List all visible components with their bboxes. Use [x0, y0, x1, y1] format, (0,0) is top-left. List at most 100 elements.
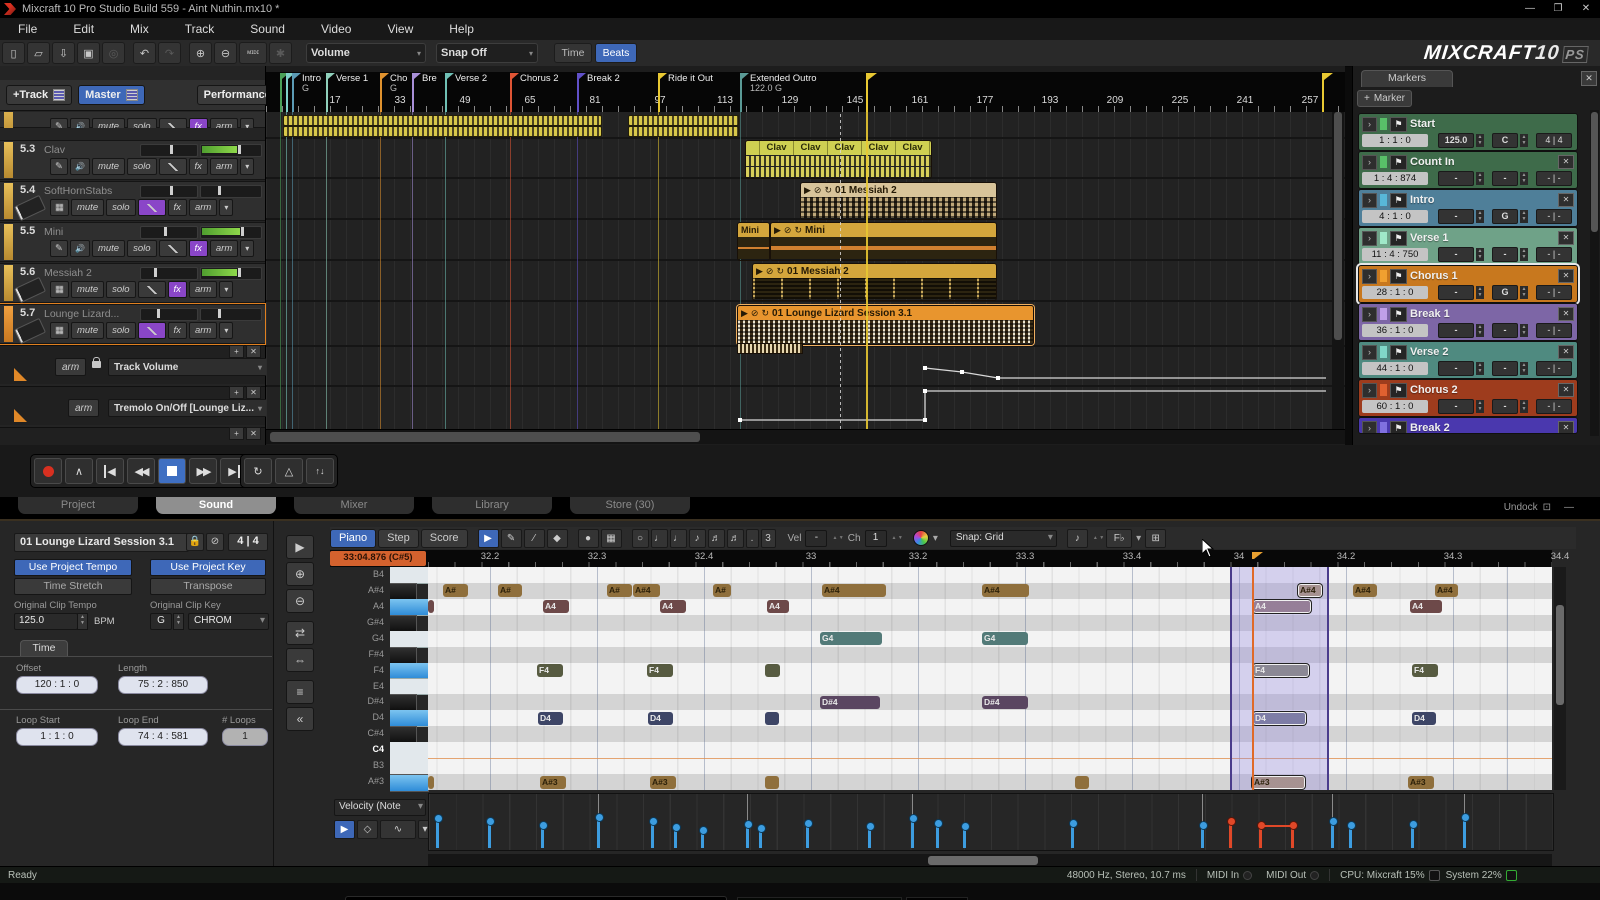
arm-button[interactable]: arm: [189, 281, 217, 298]
orig-key-value[interactable]: G: [150, 613, 172, 630]
midi-note[interactable]: A#3: [540, 776, 566, 789]
open-project-icon[interactable]: ▱: [27, 42, 50, 64]
num-loops-field[interactable]: 1: [222, 728, 268, 746]
markers-scrollbar[interactable]: [1590, 110, 1599, 436]
midi-note[interactable]: A4: [767, 600, 789, 613]
punch-button[interactable]: ∧: [65, 458, 93, 484]
automation-button[interactable]: [138, 322, 166, 339]
midi-note[interactable]: F4: [647, 664, 673, 677]
solo-button[interactable]: solo: [106, 322, 135, 339]
clip-mute-icon[interactable]: ⊘: [751, 308, 759, 319]
keyboard-button[interactable]: ▦: [50, 322, 69, 339]
midi-note[interactable]: A#3: [1408, 776, 1434, 789]
loop-button[interactable]: ↻: [244, 458, 272, 484]
close-button[interactable]: ✕: [1572, 1, 1600, 17]
marker-expand-button[interactable]: ›: [1362, 383, 1377, 398]
lane-arm-button[interactable]: arm: [55, 358, 86, 376]
midi-note-selected[interactable]: A#4: [1298, 584, 1322, 597]
solo-button[interactable]: solo: [127, 158, 156, 175]
marker-close-button[interactable]: ✕: [1558, 231, 1574, 245]
line-tool[interactable]: ⁄: [524, 529, 545, 548]
marker-time-field[interactable]: 1 : 4 : 874: [1362, 172, 1428, 185]
preview-play-button[interactable]: ▶: [286, 535, 314, 559]
piano-key-B4[interactable]: B4: [330, 567, 428, 583]
collapse-panel-button[interactable]: «: [286, 707, 314, 731]
punch-in-out-button[interactable]: ↑↓: [306, 458, 334, 484]
midi-note[interactable]: [765, 776, 779, 789]
minimize-button[interactable]: —: [1516, 1, 1544, 17]
marker-tempo-spinner[interactable]: ▲ ▼: [1476, 324, 1484, 337]
tremolo-automation-curve[interactable]: [266, 385, 1345, 425]
tab-mixer[interactable]: Mixer: [294, 497, 414, 514]
mute-button[interactable]: mute: [92, 118, 125, 135]
marker-tempo-spinner[interactable]: ▲ ▼: [1476, 400, 1484, 413]
note-draw-icon[interactable]: ●: [578, 529, 599, 548]
marker-time-field[interactable]: 36 : 1 : 0: [1362, 324, 1428, 337]
marker-card-break-2[interactable]: ›⚑Break 2✕: [1358, 417, 1578, 434]
marker-close-button[interactable]: ✕: [1558, 193, 1574, 207]
step-record-spinner[interactable]: ▲ ▼: [1093, 536, 1104, 541]
menu-edit[interactable]: Edit: [55, 19, 112, 40]
lounge-lizard-clip[interactable]: ▶⊘↻01 Lounge Lizard Session 3.1: [737, 305, 1034, 345]
track-volume-slider[interactable]: [140, 226, 198, 239]
marker-signature-field[interactable]: 4 | 4: [1536, 133, 1572, 148]
marker-signature-field[interactable]: - | -: [1536, 361, 1572, 376]
midi-note[interactable]: A#: [713, 584, 731, 597]
pencil-tool[interactable]: ✎: [501, 529, 522, 548]
lane-add-button[interactable]: +: [229, 345, 244, 358]
track-name[interactable]: Messiah 2: [44, 267, 134, 279]
quarter-note-icon[interactable]: ♩: [670, 529, 687, 548]
marker-key-field[interactable]: G: [1492, 209, 1518, 224]
track-expand-icon[interactable]: ▾: [240, 118, 254, 135]
arm-button[interactable]: arm: [189, 322, 217, 339]
piano-key-As3[interactable]: A#3: [330, 774, 428, 790]
arm-button[interactable]: arm: [210, 158, 238, 175]
import-icon[interactable]: ⇩: [52, 42, 75, 64]
track-row-5.6[interactable]: 5.6Messiah 2▦mutesolofxarm▾: [0, 263, 265, 303]
track-expand-icon[interactable]: ▾: [219, 281, 233, 298]
midi-note[interactable]: A4: [1410, 600, 1442, 613]
marker-signature-field[interactable]: - | -: [1536, 171, 1572, 186]
track-expand-icon[interactable]: ▾: [240, 240, 254, 257]
lane-close-button[interactable]: ✕: [246, 386, 261, 399]
timeline-vscroll-thumb[interactable]: [1334, 112, 1342, 340]
marker-time-field[interactable]: 28 : 1 : 0: [1362, 286, 1428, 299]
velocity-lane[interactable]: [428, 793, 1554, 851]
transpose-button[interactable]: Transpose: [150, 578, 266, 595]
marker-key-field[interactable]: -: [1492, 361, 1518, 376]
clip-play-icon[interactable]: ▶: [741, 308, 748, 319]
clip-lock-button[interactable]: 🔒: [186, 533, 204, 551]
vel-spinner[interactable]: ▲ ▼: [832, 536, 843, 541]
velocity-arrow-tool[interactable]: ▶: [334, 820, 355, 839]
clip-loop-icon[interactable]: ↻: [794, 225, 802, 236]
settings-gear-icon[interactable]: ✱: [269, 42, 292, 64]
mute-button[interactable]: mute: [71, 322, 104, 339]
ch-spinner[interactable]: ▲ ▼: [892, 536, 903, 541]
vel-value[interactable]: -: [805, 530, 827, 547]
automation-button[interactable]: [138, 199, 166, 216]
timeline-hscrollbar[interactable]: [266, 429, 1345, 444]
lane-add-button[interactable]: +: [229, 386, 244, 399]
menu-view[interactable]: View: [369, 19, 431, 40]
fx-button[interactable]: fx: [189, 158, 208, 175]
piano-roll-hscroll-thumb[interactable]: [928, 856, 1038, 865]
piano-key-B3[interactable]: B3: [330, 758, 428, 774]
timeline-hscroll-thumb[interactable]: [270, 432, 700, 442]
marker-key-field[interactable]: -: [1492, 247, 1518, 262]
piano-roll-ruler[interactable]: 33:04.876 (C#5) 32.232.332.43333.233.333…: [330, 550, 1552, 567]
timeline-ruler[interactable]: 1733496581971131291451611771932092252412…: [266, 72, 1345, 113]
midi-note[interactable]: [1075, 776, 1089, 789]
marker-card-intro[interactable]: ›⚑Intro✕4 : 1 : 0-▲ ▼G▲ ▼- | -: [1358, 189, 1578, 227]
midi-note[interactable]: D4: [538, 712, 563, 725]
mute-button[interactable]: mute: [71, 199, 104, 216]
quantize-grid-icon[interactable]: ⊞: [1145, 529, 1166, 548]
marker-card-verse-1[interactable]: ›⚑Verse 1✕11 : 4 : 750-▲ ▼-▲ ▼- | -: [1358, 227, 1578, 265]
track-volume-slider[interactable]: [140, 267, 198, 280]
marker-tempo-spinner[interactable]: ▲ ▼: [1476, 362, 1484, 375]
clip-mute-icon[interactable]: ⊘: [814, 185, 822, 196]
markers-scroll-thumb[interactable]: [1591, 112, 1598, 232]
lane-arm-button[interactable]: arm: [68, 399, 99, 417]
new-project-icon[interactable]: ▯: [2, 42, 25, 64]
midi-activity-icon[interactable]: ᴍɪᴅɪ: [239, 42, 267, 64]
track-name[interactable]: SoftHornStabs: [44, 185, 134, 197]
